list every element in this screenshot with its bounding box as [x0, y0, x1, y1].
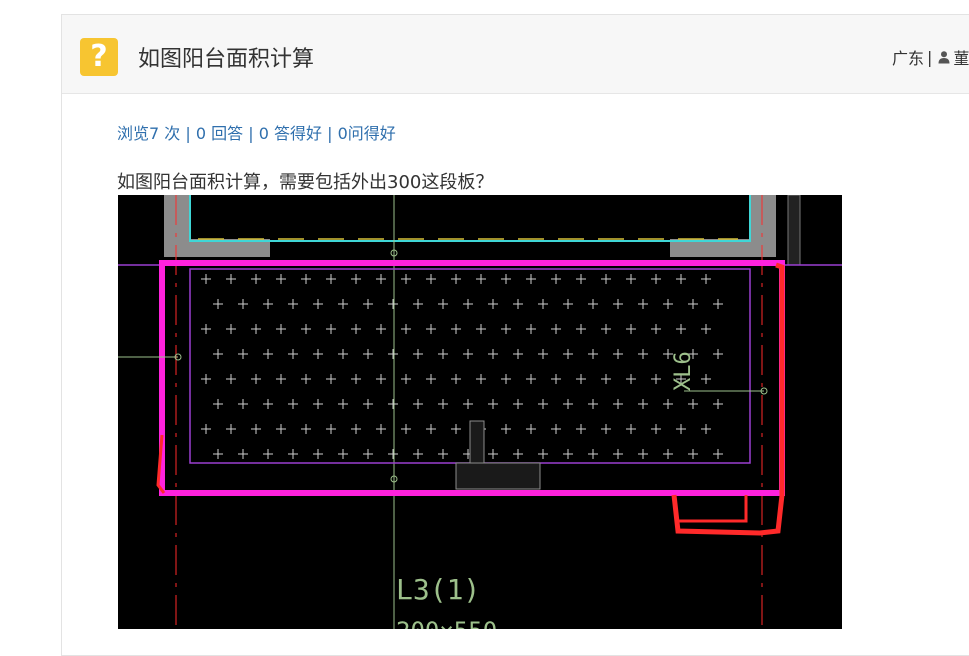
region-label: 广东 — [892, 49, 925, 68]
hatched-post — [469, 420, 485, 464]
page-title: 如图阳台面积计算 — [138, 47, 315, 72]
xl6-label: XL6 — [671, 351, 696, 391]
user-icon — [938, 51, 950, 64]
cad-drawing-image: XL6 L3(1) 200×550 — [118, 195, 842, 629]
question-text: 如图阳台面积计算，需要包括外出300这段板？ — [117, 172, 494, 193]
stats-separator: | — [185, 124, 191, 143]
hatched-pedestal — [455, 462, 541, 490]
answers-count[interactable]: 0 回答 — [196, 124, 243, 143]
cyan-outline — [189, 195, 751, 242]
stats-separator: | — [327, 124, 333, 143]
rebar-cross-grid — [201, 274, 723, 459]
wall-right — [750, 195, 776, 255]
question-stats: 浏览7 次 | 0 回答 | 0 答得好 | 0问得好 — [117, 120, 396, 144]
beam-dimension-label: 200×550 — [396, 617, 497, 629]
good-questions-count[interactable]: 0问得好 — [338, 124, 396, 143]
cad-drawing-svg: XL6 L3(1) 200×550 — [118, 195, 842, 629]
meta-separator: | — [927, 47, 933, 67]
author-name-link[interactable]: 菫 — [953, 45, 969, 69]
stats-separator: | — [248, 124, 254, 143]
views-count[interactable]: 浏览7 次 — [117, 124, 180, 143]
hatched-column — [787, 195, 801, 266]
question-mark-icon: ? — [80, 38, 118, 76]
author-meta: 广东 | 菫 — [892, 45, 969, 69]
good-answers-count[interactable]: 0 答得好 — [259, 124, 322, 143]
beam-label: L3(1) — [396, 573, 480, 606]
question-header: ? 如图阳台面积计算 广东 | 菫 — [62, 15, 969, 94]
red-annotation-inner — [678, 495, 748, 523]
